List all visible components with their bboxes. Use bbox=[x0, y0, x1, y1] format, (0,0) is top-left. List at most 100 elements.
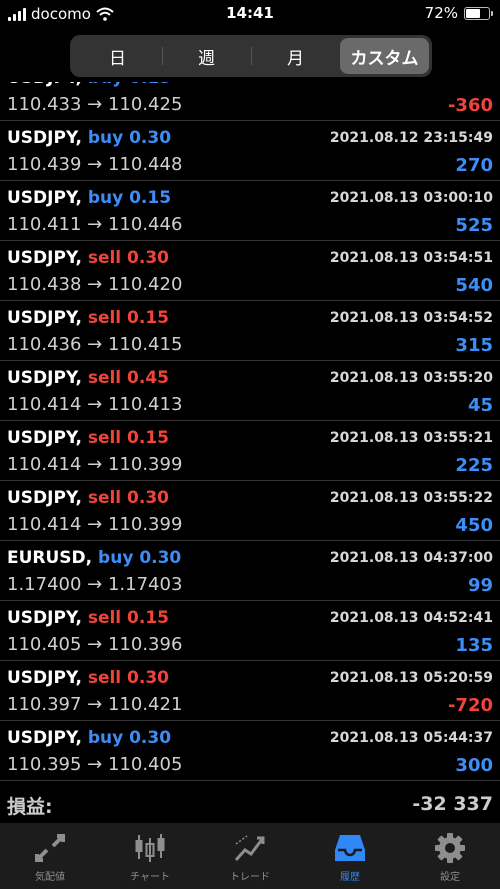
battery-icon bbox=[464, 6, 493, 20]
trade-history-list[interactable]: USDJPY, buy 0.15 2021.08.12 22:46:46 110.4… bbox=[0, 82, 500, 782]
trade-datetime: 2021.08.13 05:20:59 bbox=[329, 670, 493, 686]
trade-prices: 110.433 → 110.425 bbox=[7, 94, 183, 115]
trade-datetime: 2021.08.13 03:55:22 bbox=[329, 490, 493, 506]
trade-symbol: USDJPY, sell 0.45 bbox=[7, 368, 169, 388]
segment-day[interactable]: 日 bbox=[73, 38, 162, 74]
trade-profit: 45 bbox=[467, 395, 493, 416]
candlestick-chart-icon bbox=[132, 831, 168, 865]
trade-prices: 110.405 → 110.396 bbox=[7, 634, 183, 655]
battery-percent: 72% bbox=[424, 4, 458, 22]
trade-datetime: 2021.08.13 05:44:37 bbox=[329, 730, 493, 746]
trade-profit: 270 bbox=[455, 155, 493, 176]
symbol-label: USDJPY, bbox=[7, 488, 82, 508]
trade-prices: 110.436 → 110.415 bbox=[7, 334, 183, 355]
trade-side-volume: sell 0.15 bbox=[87, 308, 169, 328]
trade-side-volume: buy 0.30 bbox=[87, 728, 172, 748]
trade-side-volume: sell 0.30 bbox=[87, 248, 169, 268]
trade-prices: 1.17400 → 1.17403 bbox=[7, 574, 183, 595]
segment-week[interactable]: 週 bbox=[162, 38, 251, 74]
trade-profit: -360 bbox=[447, 95, 493, 116]
trade-prices: 110.439 → 110.448 bbox=[7, 154, 183, 175]
trade-datetime: 2021.08.12 23:15:49 bbox=[329, 130, 493, 146]
trade-prices: 110.438 → 110.420 bbox=[7, 274, 183, 295]
tab-trade[interactable]: トレード bbox=[200, 823, 300, 889]
trade-row[interactable]: USDJPY, buy 0.15 2021.08.12 22:46:46 110.4… bbox=[0, 82, 500, 121]
trade-datetime: 2021.08.13 03:55:20 bbox=[329, 370, 493, 386]
trade-side-volume: sell 0.15 bbox=[87, 428, 169, 448]
tab-settings-label: 設定 bbox=[440, 872, 460, 883]
profit-total: -32 337 bbox=[412, 793, 493, 815]
trade-symbol: EURUSD, buy 0.30 bbox=[7, 548, 181, 568]
trade-prices: 110.414 → 110.399 bbox=[7, 454, 183, 475]
trade-datetime: 2021.08.13 04:37:00 bbox=[329, 550, 493, 566]
trade-datetime: 2021.08.13 03:00:10 bbox=[329, 190, 493, 206]
tab-chart[interactable]: チャート bbox=[100, 823, 200, 889]
trade-profit: 300 bbox=[455, 755, 493, 776]
symbol-label: EURUSD, bbox=[7, 548, 93, 568]
trade-row[interactable]: EURUSD, buy 0.30 2021.08.13 04:37:00 1.174… bbox=[0, 540, 500, 601]
trade-row[interactable]: USDJPY, buy 0.15 2021.08.13 03:00:10 110.4… bbox=[0, 180, 500, 241]
trade-datetime: 2021.08.13 03:54:52 bbox=[329, 310, 493, 326]
history-inbox-icon bbox=[332, 831, 368, 865]
trade-side-volume: buy 0.15 bbox=[87, 188, 172, 208]
trade-datetime: 2021.08.12 22:46:46 bbox=[330, 82, 493, 86]
trade-profit: 225 bbox=[455, 455, 493, 476]
tab-quotes[interactable]: 気配値 bbox=[0, 823, 100, 889]
trade-symbol: USDJPY, sell 0.15 bbox=[7, 308, 169, 328]
trade-profit: 315 bbox=[455, 335, 493, 356]
symbol-label: USDJPY, bbox=[7, 668, 82, 688]
trade-side-volume: sell 0.45 bbox=[87, 368, 169, 388]
trade-row[interactable]: USDJPY, sell 0.15 2021.08.13 03:54:52 110.… bbox=[0, 300, 500, 361]
trade-datetime: 2021.08.13 03:55:21 bbox=[329, 430, 493, 446]
trade-side-volume: buy 0.15 bbox=[88, 82, 171, 88]
trade-datetime: 2021.08.13 03:54:51 bbox=[329, 250, 493, 266]
trade-symbol: USDJPY, buy 0.30 bbox=[7, 728, 171, 748]
symbol-label: USDJPY, bbox=[7, 248, 82, 268]
trade-side-volume: buy 0.30 bbox=[98, 548, 182, 568]
tab-chart-label: チャート bbox=[130, 872, 170, 883]
trade-row[interactable]: USDJPY, sell 0.15 2021.08.13 03:55:21 110.… bbox=[0, 420, 500, 481]
trade-prices: 110.414 → 110.399 bbox=[7, 514, 183, 535]
trade-symbol: USDJPY, buy 0.15 bbox=[7, 188, 171, 208]
symbol-label: USDJPY, bbox=[7, 188, 82, 208]
tab-quotes-label: 気配値 bbox=[35, 872, 65, 883]
trade-datetime: 2021.08.13 04:52:41 bbox=[329, 610, 493, 626]
gear-icon bbox=[432, 831, 468, 865]
trade-profit: 135 bbox=[455, 635, 493, 656]
trade-symbol: USDJPY, buy 0.30 bbox=[7, 128, 171, 148]
symbol-label: USDJPY, bbox=[7, 608, 82, 628]
trade-side-volume: sell 0.30 bbox=[87, 488, 169, 508]
trade-prices: 110.395 → 110.405 bbox=[7, 754, 183, 775]
period-segmented-control: 日 週 月 カスタム bbox=[70, 35, 432, 77]
trade-symbol: USDJPY, sell 0.30 bbox=[7, 248, 169, 268]
trade-side-volume: sell 0.30 bbox=[87, 668, 169, 688]
trade-prices: 110.411 → 110.446 bbox=[7, 214, 183, 235]
segment-custom[interactable]: カスタム bbox=[340, 38, 429, 74]
trade-symbol: USDJPY, sell 0.30 bbox=[7, 488, 169, 508]
symbol-label: USDJPY, bbox=[7, 428, 82, 448]
quotes-arrows-icon bbox=[32, 831, 68, 865]
trade-row[interactable]: USDJPY, sell 0.15 2021.08.13 04:52:41 110.… bbox=[0, 600, 500, 661]
trade-row[interactable]: USDJPY, sell 0.30 2021.08.13 03:54:51 110.… bbox=[0, 240, 500, 301]
symbol-label: USDJPY, bbox=[7, 368, 82, 388]
trade-row[interactable]: USDJPY, sell 0.30 2021.08.13 05:20:59 110.… bbox=[0, 660, 500, 721]
profit-summary: 損益: -32 337 bbox=[0, 785, 500, 823]
profit-label: 損益: bbox=[7, 796, 53, 818]
tab-settings[interactable]: 設定 bbox=[400, 823, 500, 889]
trade-row[interactable]: USDJPY, buy 0.30 2021.08.12 23:15:49 110.4… bbox=[0, 120, 500, 181]
symbol-label: USDJPY, bbox=[7, 82, 82, 88]
tab-history-label: 履歴 bbox=[340, 872, 360, 883]
trade-row[interactable]: USDJPY, buy 0.30 2021.08.13 05:44:37 110.3… bbox=[0, 720, 500, 781]
trade-prices: 110.414 → 110.413 bbox=[7, 394, 183, 415]
trade-symbol: USDJPY, sell 0.15 bbox=[7, 608, 169, 628]
symbol-label: USDJPY, bbox=[7, 308, 82, 328]
trade-row[interactable]: USDJPY, sell 0.45 2021.08.13 03:55:20 110.… bbox=[0, 360, 500, 421]
trade-profit: 99 bbox=[467, 575, 493, 596]
trade-symbol: USDJPY, sell 0.15 bbox=[7, 428, 169, 448]
segment-month[interactable]: 月 bbox=[251, 38, 340, 74]
trade-row[interactable]: USDJPY, sell 0.30 2021.08.13 03:55:22 110.… bbox=[0, 480, 500, 541]
symbol-label: USDJPY, bbox=[7, 728, 82, 748]
trade-profit: 540 bbox=[455, 275, 493, 296]
tab-history[interactable]: 履歴 bbox=[300, 823, 400, 889]
symbol-label: USDJPY, bbox=[7, 128, 82, 148]
